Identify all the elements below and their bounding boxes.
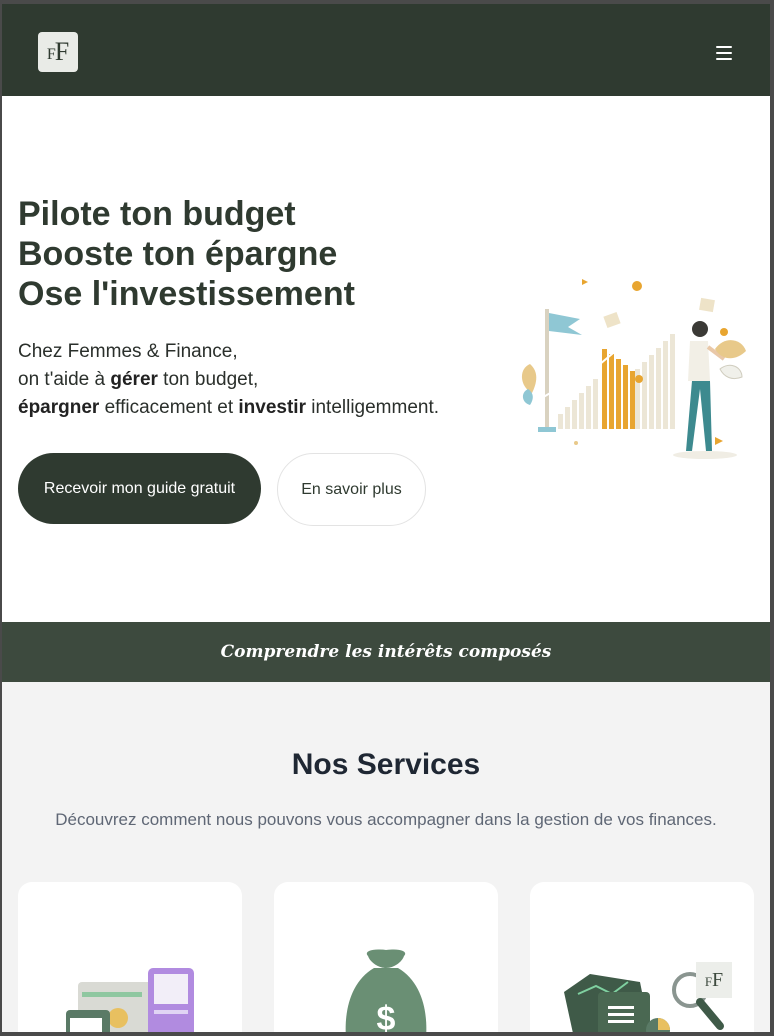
hero-desc-bold-investir: investir <box>238 397 306 418</box>
money-bag-icon: $ <box>345 949 427 1032</box>
service-card-3[interactable] <box>530 882 754 1032</box>
hero-desc-line-3: épargner efficacement et investir intell… <box>18 397 440 418</box>
hero-title-line-1: Pilote ton budget <box>18 195 296 233</box>
page-frame: F F Pilote ton budget Booste ton épargne… <box>2 4 770 1032</box>
services-description: Découvrez comment nous pouvons vous acco… <box>55 810 717 829</box>
hamburger-icon[interactable] <box>716 46 732 60</box>
svg-text:$: $ <box>377 1000 396 1032</box>
hero-title-line-2: Booste ton épargne <box>18 235 338 273</box>
hero-title: Pilote ton budget Booste ton épargne Ose… <box>18 194 355 314</box>
hero-desc-line-1: Chez Femmes & Finance, <box>18 341 238 362</box>
compound-interest-banner: Comprendre les intérêts composés <box>2 622 770 682</box>
guide-cta-button[interactable]: Recevoir mon guide gratuit <box>18 453 261 524</box>
hero-description: Chez Femmes & Finance, on t'aide à gérer… <box>18 338 439 422</box>
dashboard-illustration-icon <box>66 968 194 1032</box>
hero-desc-line-2: on t'aide à gérer ton budget, <box>18 369 259 390</box>
logo-letter-big: F <box>54 37 70 66</box>
service-card-2[interactable]: $ <box>274 882 498 1032</box>
hero-desc-bold-gerer: gérer <box>110 369 158 390</box>
top-navbar: F F <box>2 4 770 96</box>
services-title: Nos Services <box>291 748 481 781</box>
service-card-1[interactable] <box>18 882 242 1032</box>
report-analysis-icon <box>564 972 724 1032</box>
compound-interest-link[interactable]: Comprendre les intérêts composés <box>221 642 552 662</box>
services-section: Nos Services Découvrez comment nous pouv… <box>2 682 770 1032</box>
learn-more-button[interactable]: En savoir plus <box>277 453 426 526</box>
floating-logo-badge[interactable]: FF <box>696 962 732 998</box>
hero-title-line-3: Ose l'investissement <box>18 275 355 313</box>
hero-desc-bold-epargner: épargner <box>18 397 100 418</box>
growth-chart-illustration-icon <box>521 279 746 459</box>
site-logo[interactable]: F F <box>38 32 78 72</box>
